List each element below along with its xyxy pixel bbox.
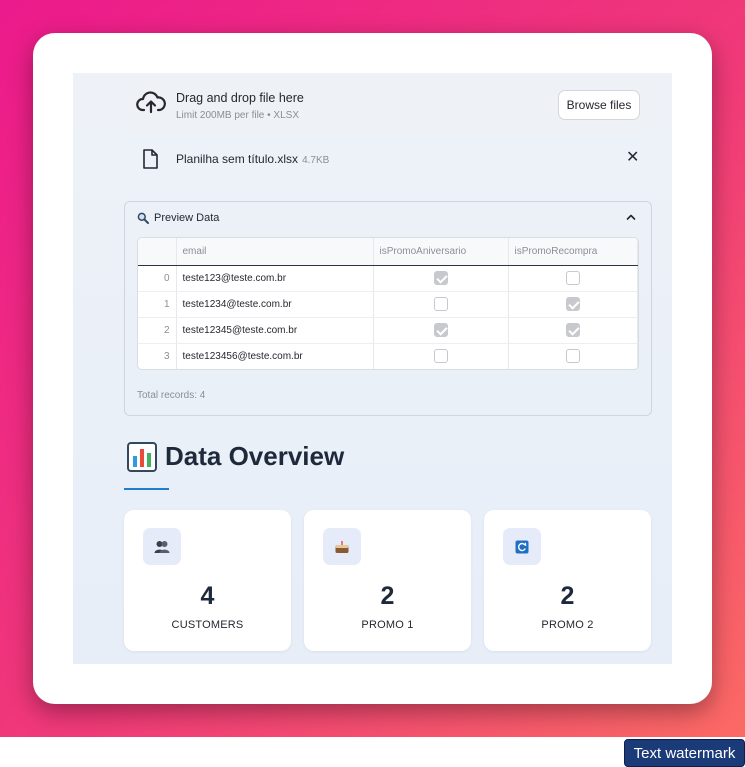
column-header-index — [138, 238, 177, 266]
magnifier-icon — [137, 212, 149, 224]
dropzone-limit: Limit 200MB per file • XLSX — [176, 110, 299, 121]
promo-aniversario-checkbox[interactable] — [433, 297, 448, 311]
email-cell[interactable]: teste123456@teste.com.br — [176, 343, 374, 369]
email-cell[interactable]: teste123@teste.com.br — [176, 265, 374, 292]
file-icon — [143, 149, 158, 169]
promo-aniversario-checkbox[interactable] — [433, 271, 448, 285]
customers-label: CUSTOMERS — [171, 619, 244, 631]
table-row: 3 teste123456@teste.com.br — [138, 343, 638, 369]
dropzone-title: Drag and drop file here — [176, 91, 304, 105]
customers-count: 4 — [200, 582, 215, 610]
stat-card-promo-2: 2 PROMO 2 — [484, 510, 651, 651]
email-cell[interactable]: teste1234@teste.com.br — [176, 291, 374, 318]
promo-2-count: 2 — [560, 582, 575, 610]
bar-chart-icon — [127, 441, 157, 472]
table-header-row: email isPromoAniversario isPromoRecompra — [138, 238, 638, 266]
refresh-icon — [515, 540, 529, 553]
table-row: 2 teste12345@teste.com.br — [138, 317, 638, 344]
promo-recompra-checkbox[interactable] — [565, 349, 580, 364]
total-records: Total records: 4 — [137, 390, 206, 401]
preview-header[interactable]: Preview Data — [137, 212, 219, 224]
email-cell[interactable]: teste12345@teste.com.br — [176, 317, 374, 344]
column-header-ispromorecompra[interactable]: isPromoRecompra — [508, 238, 638, 266]
row-index: 1 — [138, 291, 177, 318]
preview-table[interactable]: email isPromoAniversario isPromoRecompra… — [137, 237, 639, 370]
uploaded-file: Planilha sem título.xlsx 4.7KB ✕ — [124, 145, 652, 175]
file-name: Planilha sem título.xlsx — [176, 152, 299, 166]
promo-aniversario-checkbox[interactable] — [433, 349, 448, 364]
preview-title: Preview Data — [154, 212, 220, 224]
promo-1-count: 2 — [380, 582, 395, 610]
promo-recompra-checkbox[interactable] — [565, 271, 580, 285]
close-icon[interactable]: ✕ — [626, 150, 639, 166]
promo-2-label: PROMO 2 — [541, 619, 594, 631]
file-dropzone[interactable]: Drag and drop file here Limit 200MB per … — [124, 73, 652, 133]
row-index: 3 — [138, 343, 177, 369]
stat-card-promo-1: 2 PROMO 1 — [304, 510, 471, 651]
table-row: 1 teste1234@teste.com.br — [138, 291, 638, 318]
stat-card-customers: 4 CUSTOMERS — [124, 510, 291, 651]
column-header-ispromoaniversario[interactable]: isPromoAniversario — [373, 238, 509, 266]
page-title: Data Overview — [127, 441, 344, 472]
preview-expander: Preview Data email isPromoAniversario is… — [124, 201, 652, 416]
browse-files-button[interactable]: Browse files — [558, 90, 640, 120]
row-index: 0 — [138, 265, 177, 292]
promo-1-label: PROMO 1 — [361, 619, 414, 631]
cloud-upload-icon — [136, 91, 166, 114]
column-header-email[interactable]: email — [176, 238, 374, 266]
promo-recompra-checkbox[interactable] — [565, 297, 580, 311]
title-underline — [124, 488, 169, 490]
table-row: 0 teste123@teste.com.br — [138, 265, 638, 292]
promo-aniversario-checkbox[interactable] — [433, 323, 448, 337]
watermark-badge: Text watermark — [624, 739, 745, 767]
chevron-up-icon[interactable] — [625, 211, 637, 223]
promo-recompra-checkbox[interactable] — [565, 323, 580, 337]
file-size: 4.7KB — [302, 155, 330, 166]
people-icon — [154, 540, 170, 553]
overview-title: Data Overview — [165, 441, 345, 471]
cake-icon — [335, 540, 349, 553]
row-index: 2 — [138, 317, 177, 344]
app-content: Drag and drop file here Limit 200MB per … — [73, 73, 672, 664]
